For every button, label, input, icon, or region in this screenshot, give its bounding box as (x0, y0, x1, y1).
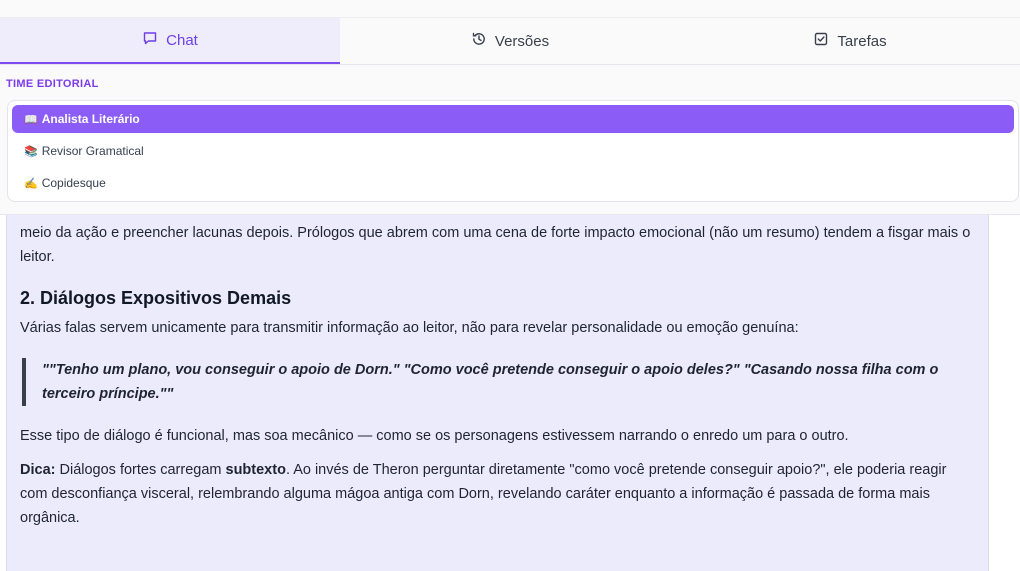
dialogue-quote: ""Tenho um plano, vou conseguir o apoio … (22, 358, 975, 406)
section-text: Várias falas servem unicamente para tran… (20, 320, 799, 336)
tab-versoes-label: Versões (494, 32, 550, 50)
agent-item-analista-literario[interactable]: 📖 Analista Literário (12, 105, 1014, 133)
writing-hand-icon: ✍ (24, 177, 38, 190)
team-title: TIME EDITORIAL (6, 78, 99, 90)
tab-chat[interactable]: Chat (0, 18, 340, 64)
tab-chat-label: Chat (166, 31, 198, 49)
checkbox-icon (813, 31, 829, 51)
agent-item-revisor-gramatical[interactable]: 📚 Revisor Gramatical (12, 137, 1014, 165)
section-heading: 2. Diálogos Expositivos Demais (20, 288, 292, 308)
books-icon: 📚 (24, 145, 38, 158)
tip-bold: subtexto (225, 462, 286, 478)
tip-paragraph: Dica: Diálogos fortes carregam subtexto.… (20, 458, 975, 530)
chat-message: meio da ação e preencher lacunas depois.… (6, 215, 989, 571)
tab-tarefas[interactable]: Tarefas (680, 18, 1020, 64)
agent-label: Analista Literário (41, 112, 140, 126)
top-bar (0, 0, 1020, 18)
tab-versoes[interactable]: Versões (340, 18, 680, 64)
agent-label: Copidesque (41, 176, 106, 190)
book-open-icon: 📖 (24, 113, 38, 126)
history-icon (471, 31, 487, 51)
agent-label: Revisor Gramatical (41, 144, 144, 158)
tip-text-1: Diálogos fortes carregam (55, 462, 226, 478)
agent-item-copidesque[interactable]: ✍ Copidesque (12, 169, 1014, 197)
tip-label: Dica: (20, 462, 56, 478)
observation-text: Esse tipo de diálogo é funcional, mas so… (20, 428, 849, 444)
tab-bar: Chat Versões Tarefas (0, 18, 1020, 65)
message-intro: meio da ação e preencher lacunas depois.… (20, 225, 971, 265)
tab-tarefas-label: Tarefas (837, 32, 887, 50)
team-panel: TIME EDITORIAL 📖 Analista Literário 📚 Re… (0, 65, 1020, 215)
agent-list: 📖 Analista Literário 📚 Revisor Gramatica… (7, 100, 1019, 202)
chat-icon (142, 30, 158, 50)
